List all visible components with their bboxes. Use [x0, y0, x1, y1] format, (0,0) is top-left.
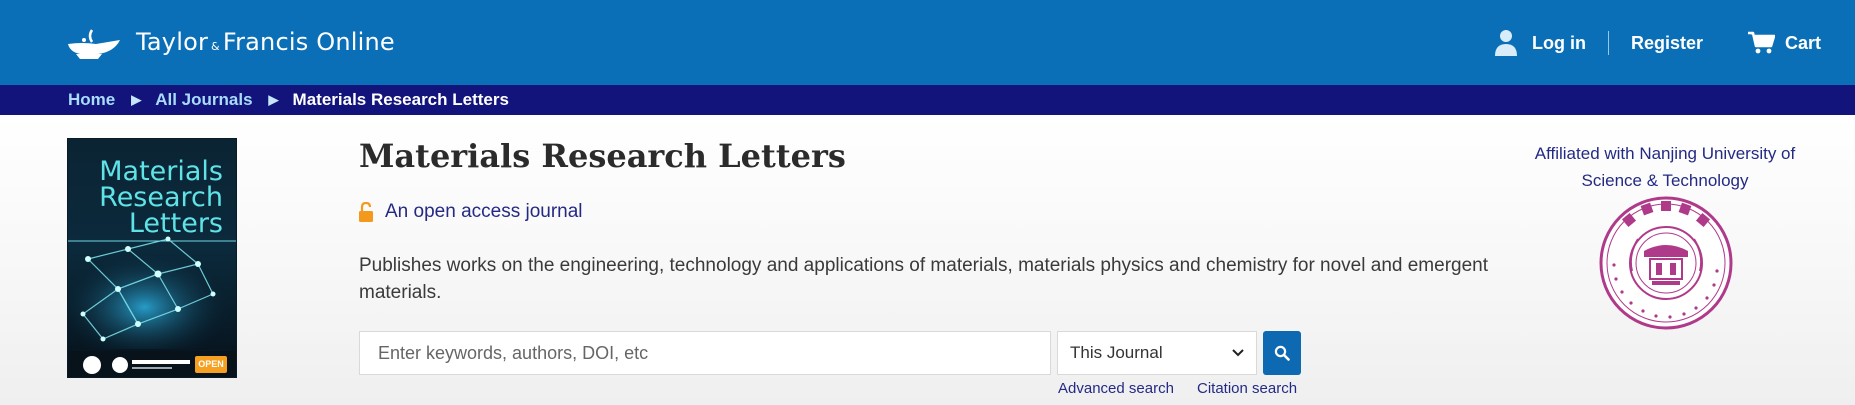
breadcrumb-arrow-icon: ▶ [131, 92, 142, 107]
advanced-search-link[interactable]: Advanced search [1058, 380, 1174, 397]
cart-icon [1747, 31, 1775, 54]
breadcrumb-arrow-icon: ▶ [268, 92, 279, 107]
lamp-logo-icon [68, 29, 120, 59]
brand-ampersand: & [211, 40, 220, 53]
search-icon [1274, 345, 1290, 361]
chevron-down-icon [1232, 349, 1244, 357]
journal-cover-image[interactable]: Materials Research Letters OPEN [67, 138, 237, 378]
cover-open-badge: OPEN [198, 359, 224, 369]
open-access-label: An open access journal [385, 201, 583, 222]
search-scope-select[interactable]: This Journal [1057, 331, 1257, 375]
breadcrumb: Home ▶ All Journals ▶ Materials Research… [68, 85, 509, 115]
open-lock-icon [359, 202, 373, 222]
header-divider [1607, 31, 1609, 55]
journal-title: Materials Research Letters [359, 137, 846, 175]
open-access-indicator[interactable]: An open access journal [359, 201, 583, 223]
breadcrumb-bar: Home ▶ All Journals ▶ Materials Research… [0, 85, 1855, 115]
journal-banner: Materials Research Letters OPEN Material… [0, 115, 1855, 405]
site-header: Taylor & Francis Online Log in Register … [0, 0, 1855, 85]
citation-search-link[interactable]: Citation search [1197, 380, 1297, 397]
brand-name: Taylor & Francis Online [136, 28, 395, 56]
breadcrumb-all-journals[interactable]: All Journals [155, 90, 252, 110]
search-input[interactable] [359, 331, 1051, 375]
cover-title-line: Letters [128, 208, 223, 239]
brand-logo-link[interactable]: Taylor & Francis Online [62, 22, 395, 62]
cover-title: Materials Research Letters [68, 158, 223, 239]
brand-name-part2: Francis Online [222, 28, 395, 56]
header-user-links: Log in Register Cart [1494, 26, 1821, 60]
cart-label: Cart [1784, 32, 1821, 53]
brand-name-part1: Taylor [136, 28, 209, 56]
login-link[interactable]: Log in [1494, 29, 1586, 57]
journal-description: Publishes works on the engineering, tech… [359, 255, 1488, 303]
register-link[interactable]: Register [1631, 33, 1703, 54]
search-scope-value: This Journal [1070, 343, 1163, 362]
login-label: Log in [1531, 32, 1586, 53]
cart-link[interactable]: Cart [1747, 31, 1821, 55]
affiliation-text: Affiliated with Nanjing University of Sc… [1534, 144, 1796, 190]
breadcrumb-home[interactable]: Home [68, 90, 115, 110]
breadcrumb-current: Materials Research Letters [292, 90, 509, 109]
user-icon [1494, 30, 1517, 56]
university-seal-icon [1599, 196, 1733, 330]
search-button[interactable] [1263, 331, 1301, 375]
register-label: Register [1630, 32, 1703, 53]
